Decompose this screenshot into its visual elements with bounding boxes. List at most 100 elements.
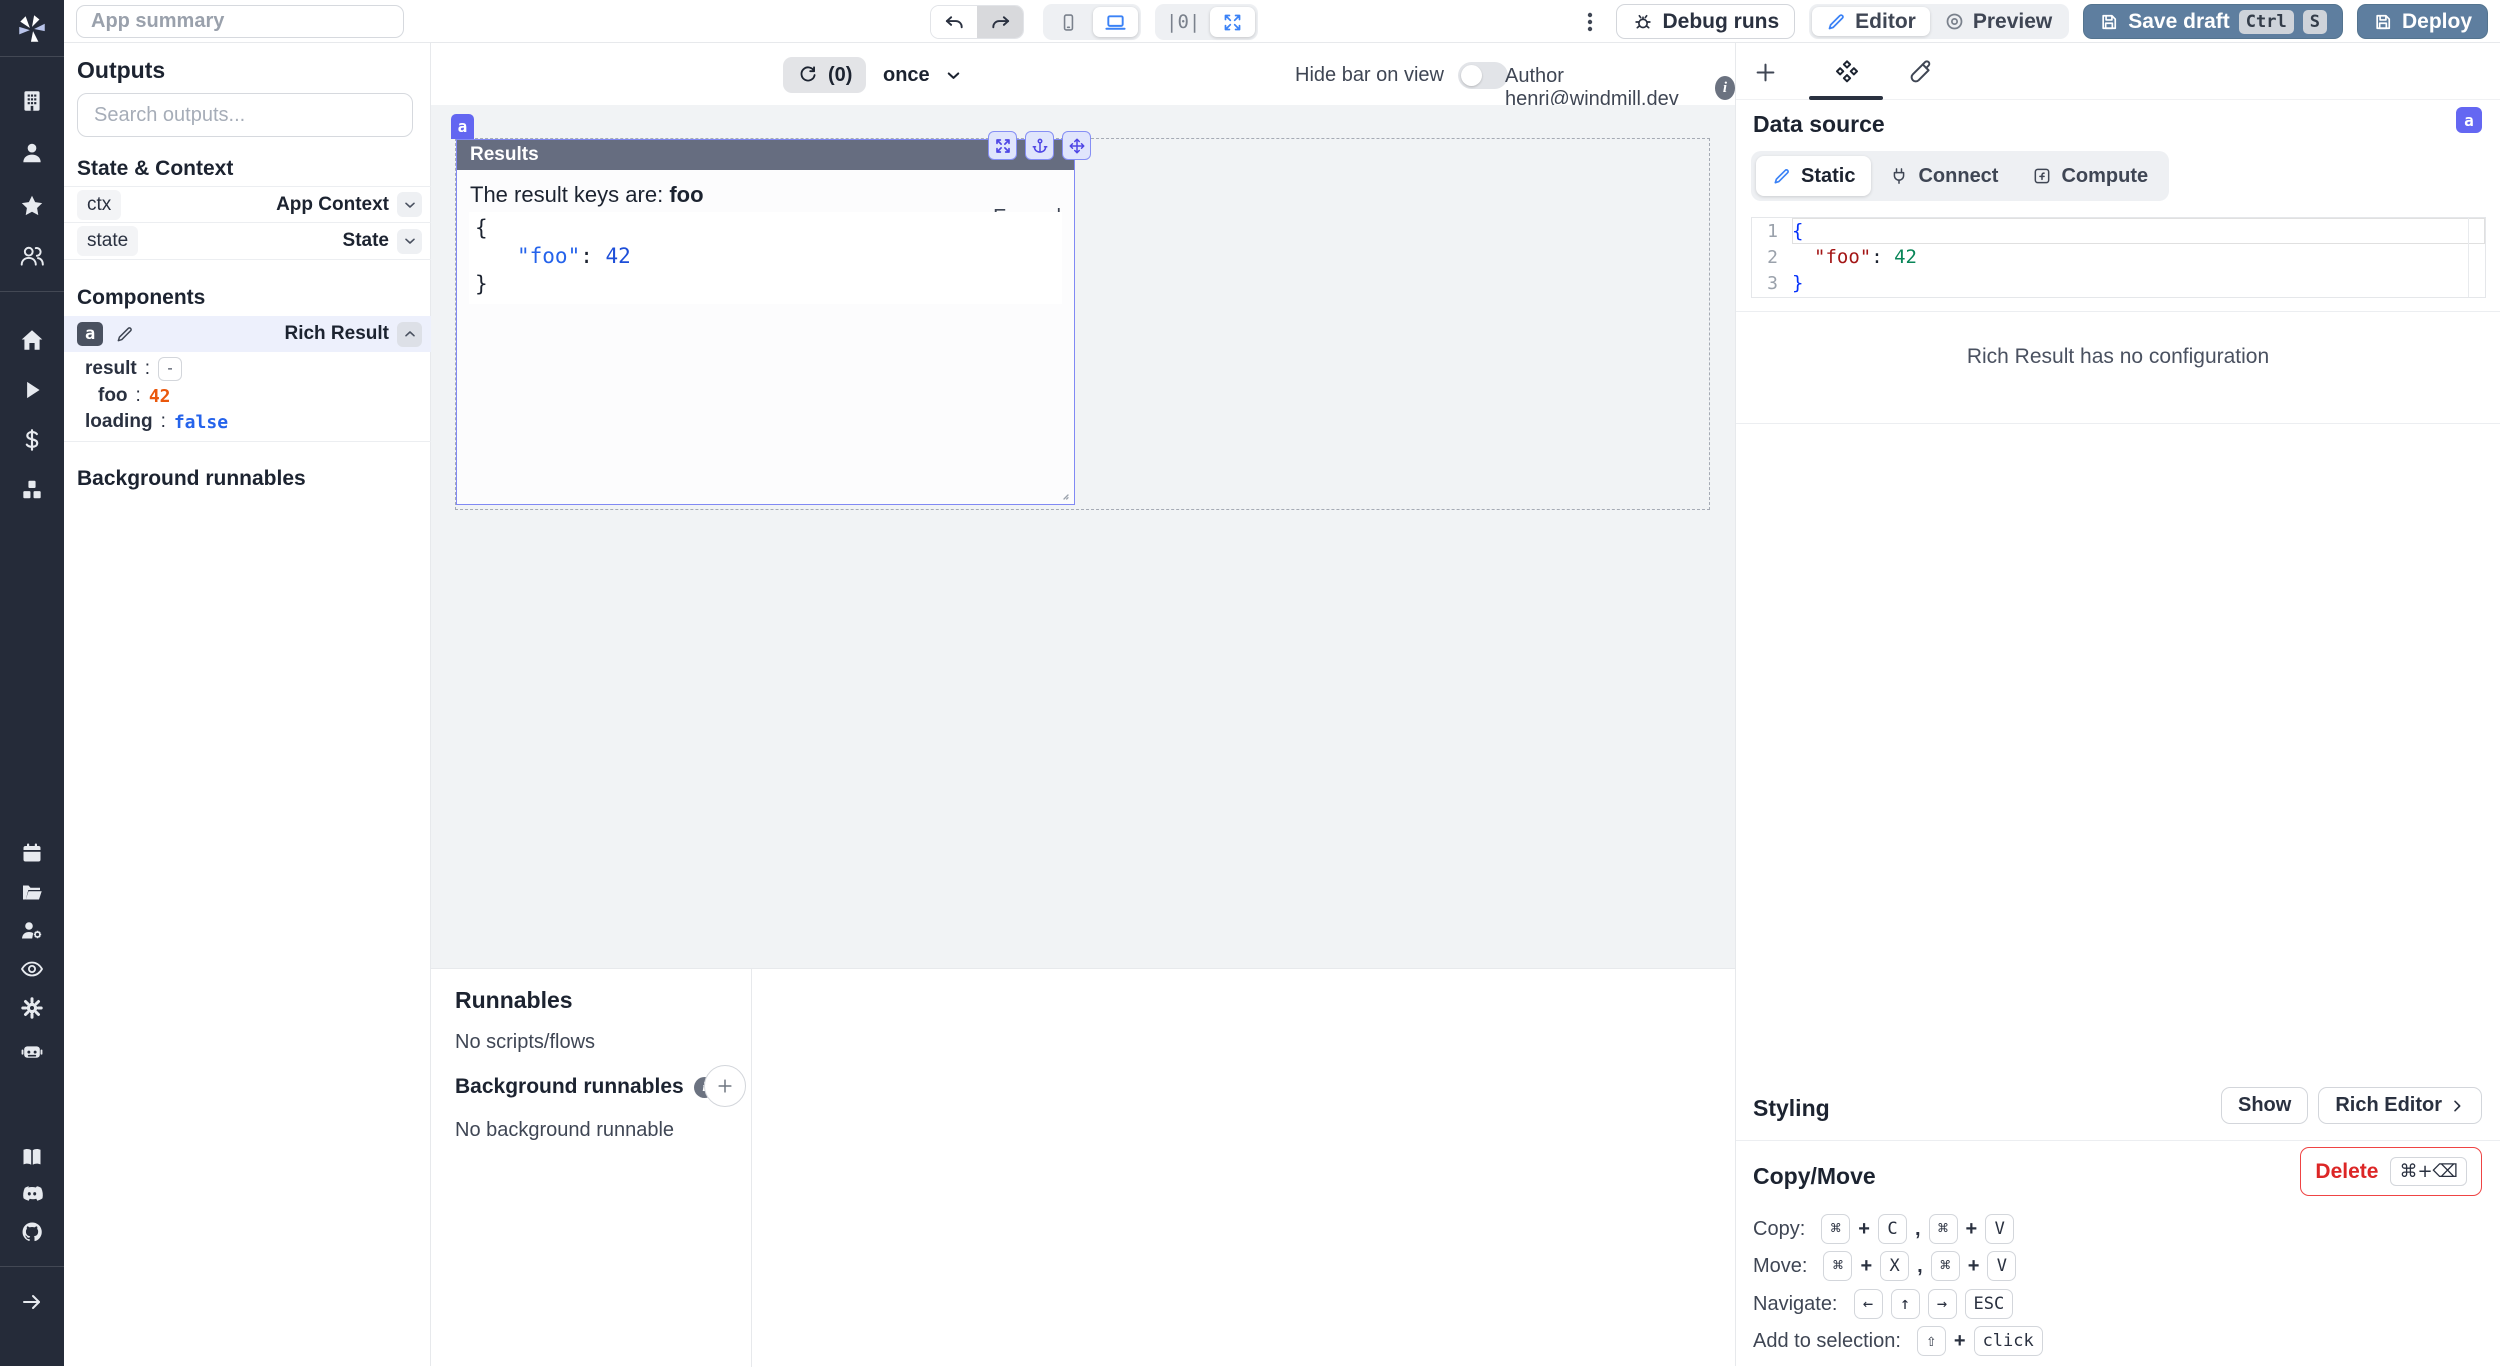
ai-robot-icon[interactable]: [20, 1038, 45, 1063]
debug-runs-button[interactable]: Debug runs: [1616, 4, 1796, 39]
desktop-view-button[interactable]: [1093, 7, 1138, 37]
runnables-panel: Runnables No scripts/flows Background ru…: [431, 968, 1735, 1366]
github-icon[interactable]: [20, 1220, 44, 1244]
output-row-state[interactable]: state State: [64, 223, 431, 260]
editor-scroll-rule: [2468, 218, 2469, 297]
divider: [64, 441, 431, 442]
favorites-star-icon[interactable]: [19, 193, 45, 219]
collapse-minus-button[interactable]: -: [158, 357, 182, 381]
groups-users-icon[interactable]: [19, 243, 45, 269]
global-styling-tab[interactable]: [1906, 57, 1936, 87]
chevron-down-icon[interactable]: [397, 229, 422, 254]
discord-icon[interactable]: [20, 1182, 44, 1206]
pencil-icon: [1826, 11, 1847, 32]
insert-component-tab[interactable]: [1750, 57, 1780, 87]
component-settings-tab[interactable]: [1832, 57, 1862, 87]
anchor-component-button[interactable]: [1025, 131, 1054, 160]
folders-icon[interactable]: [20, 880, 44, 904]
device-toggle-group: [1043, 4, 1141, 40]
static-tab[interactable]: Static: [1756, 156, 1871, 196]
top-toolbar: |0| Debug runs Editor Preview Save draft: [64, 0, 2500, 43]
background-runnables-empty-text: No background runnable: [455, 1119, 674, 1142]
component-badge[interactable]: a: [451, 114, 474, 139]
plug-icon: [1889, 166, 1909, 186]
center-content-button[interactable]: |0|: [1158, 7, 1208, 37]
line-number: 3: [1752, 273, 1792, 294]
code-line-1[interactable]: 1 {: [1752, 218, 2485, 244]
paintbrush-icon: [1907, 58, 1935, 86]
more-menu-kebab-icon[interactable]: [1578, 10, 1602, 34]
refresh-count: (0): [828, 64, 852, 87]
compute-tab[interactable]: Compute: [2016, 156, 2164, 196]
foo-value: 42: [149, 386, 171, 407]
home-icon[interactable]: [19, 327, 45, 353]
click-key: click: [1974, 1326, 2043, 1356]
code-token: }: [1792, 272, 1803, 294]
preview-tab[interactable]: Preview: [1930, 7, 2066, 36]
undo-button[interactable]: [931, 6, 977, 38]
expand-component-button[interactable]: [988, 131, 1017, 160]
code-line-3[interactable]: 3 }: [1752, 270, 2485, 296]
foo-key-label: foo: [98, 385, 128, 407]
docs-book-icon[interactable]: [20, 1145, 44, 1169]
json-value: 42: [606, 244, 631, 268]
app-canvas[interactable]: a Results The result keys are: foo Expan…: [431, 105, 1735, 968]
refresh-button[interactable]: (0): [783, 57, 866, 93]
collapse-arrow-right-icon[interactable]: [20, 1290, 44, 1314]
ctx-type-label: App Context: [276, 194, 389, 216]
connect-tab[interactable]: Connect: [1873, 156, 2014, 196]
user-icon[interactable]: [19, 140, 45, 166]
settings-panel: Data source a Static Connect Compute 1 {…: [1735, 43, 2500, 1366]
copy-move-title: Copy/Move: [1753, 1163, 1876, 1190]
app-summary-input[interactable]: [76, 5, 404, 38]
canvas-toolbar: (0) once Hide bar on view Author henri@w…: [431, 43, 1735, 105]
connect-label: Connect: [1918, 165, 1998, 188]
sidebar-divider: [0, 291, 64, 292]
recompute-mode-dropdown[interactable]: once: [883, 57, 963, 93]
chevron-up-icon[interactable]: [397, 322, 422, 347]
static-json-editor[interactable]: 1 { 2 "foo": 42 3 }: [1751, 217, 2486, 298]
workspace-building-icon[interactable]: [19, 88, 45, 114]
full-width-button[interactable]: [1210, 7, 1255, 37]
deploy-button[interactable]: Deploy: [2357, 4, 2488, 39]
colon: :: [161, 411, 166, 433]
workers-user-cog-icon[interactable]: [20, 918, 44, 942]
card-header[interactable]: Results: [457, 140, 1074, 170]
add-background-runnable-button[interactable]: [704, 1065, 746, 1107]
settings-gear-icon[interactable]: [20, 996, 44, 1020]
delete-component-button[interactable]: Delete ⌘+⌫: [2300, 1147, 2482, 1196]
rich-editor-button[interactable]: Rich Editor: [2318, 1087, 2482, 1124]
search-outputs-input[interactable]: [77, 93, 413, 137]
save-draft-button[interactable]: Save draft Ctrl S: [2083, 4, 2343, 39]
move-component-button[interactable]: [1062, 131, 1091, 160]
preview-label: Preview: [1973, 10, 2052, 34]
arrow-right-key: →: [1928, 1289, 1957, 1319]
component-row-a[interactable]: a Rich Result: [64, 316, 431, 352]
rich-result-card[interactable]: Results The result keys are: foo Expand …: [456, 139, 1075, 505]
resources-boxes-icon[interactable]: [19, 477, 45, 503]
redo-button[interactable]: [977, 6, 1023, 38]
variables-dollar-icon[interactable]: [19, 427, 45, 453]
info-icon[interactable]: i: [1715, 76, 1735, 100]
save-icon: [2099, 12, 2119, 32]
schedules-calendar-icon[interactable]: [20, 841, 44, 865]
compute-label: Compute: [2061, 165, 2148, 188]
audit-eye-icon[interactable]: [20, 957, 44, 981]
show-styling-button[interactable]: Show: [2221, 1087, 2308, 1124]
hide-bar-toggle[interactable]: [1458, 62, 1508, 89]
sidebar-divider: [0, 56, 64, 57]
resize-handle[interactable]: [1054, 485, 1070, 501]
v-key: V: [1987, 1251, 2016, 1281]
mobile-view-button[interactable]: [1046, 7, 1091, 37]
plus-icon: [1752, 59, 1779, 86]
rename-pencil-icon[interactable]: [115, 324, 135, 344]
save-draft-label: Save draft: [2128, 10, 2230, 34]
output-row-ctx[interactable]: ctx App Context: [64, 186, 431, 223]
delete-label: Delete: [2315, 1160, 2378, 1184]
chevron-down-icon[interactable]: [397, 192, 422, 217]
runs-play-icon[interactable]: [19, 377, 45, 403]
windmill-logo-icon[interactable]: [15, 12, 49, 46]
code-line-2[interactable]: 2 "foo": 42: [1752, 244, 2485, 270]
outputs-title: Outputs: [77, 57, 165, 84]
editor-tab[interactable]: Editor: [1812, 7, 1930, 36]
